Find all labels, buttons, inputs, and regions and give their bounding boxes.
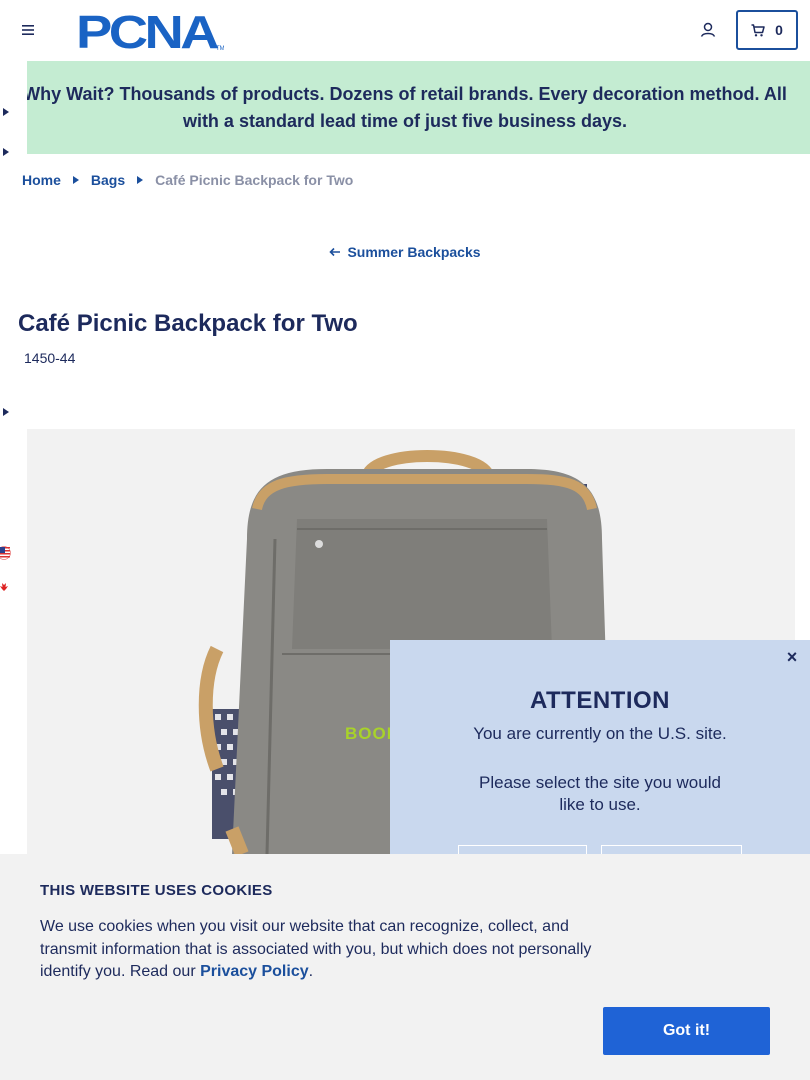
caret-right-icon[interactable] [0,146,12,158]
cookie-body-text: We use cookies when you visit our websit… [40,918,592,980]
cart-icon [751,23,765,36]
cookie-banner: THIS WEBSITE USES COOKIES We use cookies… [0,854,810,1080]
cookie-body: We use cookies when you visit our websit… [40,916,600,984]
breadcrumb-current: Café Picnic Backpack for Two [155,172,354,188]
cart-button[interactable]: 0 [736,10,798,50]
product-sku: 1450-44 [24,350,76,366]
caret-right-icon [137,176,144,184]
caret-right-icon[interactable] [0,406,12,418]
pcna-logo-mark: PCNA TM [76,6,225,58]
site-select-modal: × ATTENTION You are currently on the U.S… [390,640,810,875]
site-header: PCNA TM 0 [0,0,810,61]
back-to-summer-backpacks-link[interactable]: Summer Backpacks [0,244,810,260]
cookie-body-suffix: . [308,963,314,980]
hamburger-menu-icon [22,25,34,35]
cookie-accept-button[interactable]: Got it! [603,1007,770,1055]
us-flag-icon[interactable] [0,546,12,560]
back-link-label: Summer Backpacks [347,244,481,260]
modal-current-site-text: You are currently on the U.S. site. [473,724,727,743]
cart-count: 0 [775,22,783,38]
account-button[interactable] [698,20,718,40]
close-icon[interactable]: × [784,648,800,666]
product-title: Café Picnic Backpack for Two [18,310,358,337]
promo-banner-text: Why Wait? Thousands of products. Dozens … [23,83,787,131]
caret-right-icon [72,176,79,184]
canada-flag-icon[interactable] [0,580,12,594]
modal-select-site-text: Please select the site you would like to… [479,773,721,814]
arrow-left-icon [329,247,341,257]
breadcrumb: Home Bags Café Picnic Backpack for Two [22,172,353,188]
svg-text:TM: TM [216,46,224,51]
modal-title: ATTENTION [529,687,671,714]
caret-right-icon[interactable] [0,106,12,118]
cookie-title: THIS WEBSITE USES COOKIES [40,882,273,899]
breadcrumb-bags[interactable]: Bags [91,172,125,188]
privacy-policy-link[interactable]: Privacy Policy [200,963,309,980]
hamburger-menu-button[interactable] [18,19,38,41]
account-icon [700,22,716,37]
pcna-logo[interactable]: PCNA TM [76,6,225,58]
page: PCNA TM 0 Why Wait? Thousands of product… [0,0,810,1080]
logo-text: PCNA [76,11,218,51]
promo-banner: Why Wait? Thousands of products. Dozens … [0,61,810,154]
breadcrumb-home[interactable]: Home [22,172,61,188]
